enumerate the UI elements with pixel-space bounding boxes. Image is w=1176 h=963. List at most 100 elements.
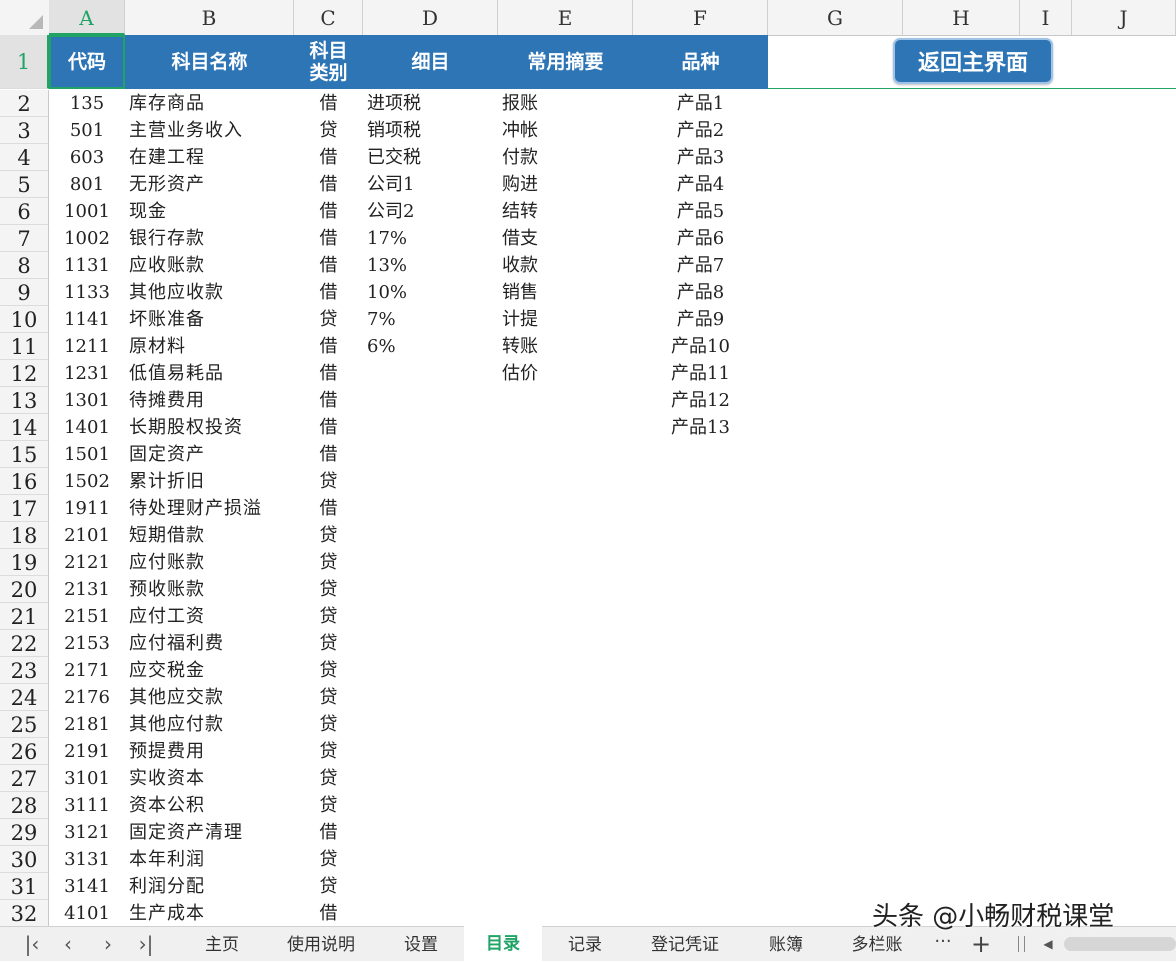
code-cell[interactable]: 1501 <box>49 441 125 468</box>
column-header-g[interactable]: G <box>768 0 903 35</box>
subject-type-cell[interactable]: 借 <box>294 225 363 252</box>
tab-splitter-handle[interactable] <box>1018 936 1025 952</box>
subject-type-cell[interactable]: 贷 <box>294 765 363 792</box>
subject-name-cell[interactable]: 其他应交款 <box>129 684 294 711</box>
product-cell[interactable]: 产品11 <box>633 360 768 387</box>
product-cell[interactable]: 产品2 <box>633 117 768 144</box>
code-cell[interactable]: 2171 <box>49 657 125 684</box>
code-cell[interactable]: 801 <box>49 171 125 198</box>
row-header-25[interactable]: 25 <box>0 711 49 738</box>
row-header-30[interactable]: 30 <box>0 846 49 873</box>
code-cell[interactable]: 1001 <box>49 198 125 225</box>
sheet-tab-3[interactable]: 目录 <box>464 926 542 961</box>
subject-name-cell[interactable]: 现金 <box>129 198 294 225</box>
code-cell[interactable]: 1502 <box>49 468 125 495</box>
subject-type-cell[interactable]: 贷 <box>294 846 363 873</box>
header-cell-subject-type[interactable]: 科目 类别 <box>294 35 363 89</box>
row-header-32[interactable]: 32 <box>0 900 49 926</box>
subject-name-cell[interactable]: 累计折旧 <box>129 468 294 495</box>
code-cell[interactable]: 1133 <box>49 279 125 306</box>
detail-cell[interactable]: 17% <box>367 225 497 252</box>
subject-name-cell[interactable]: 实收资本 <box>129 765 294 792</box>
subject-name-cell[interactable]: 应付账款 <box>129 549 294 576</box>
row-header-31[interactable]: 31 <box>0 873 49 900</box>
header-cell-summary[interactable]: 常用摘要 <box>498 35 633 89</box>
product-cell[interactable]: 产品1 <box>633 90 768 117</box>
code-cell[interactable]: 1401 <box>49 414 125 441</box>
subject-name-cell[interactable]: 固定资产清理 <box>129 819 294 846</box>
subject-type-cell[interactable]: 贷 <box>294 306 363 333</box>
subject-type-cell[interactable]: 借 <box>294 441 363 468</box>
detail-cell[interactable]: 已交税 <box>367 144 497 171</box>
row-header-13[interactable]: 13 <box>0 387 49 414</box>
summary-cell[interactable]: 结转 <box>502 198 632 225</box>
sheet-tab-1[interactable]: 使用说明 <box>266 927 376 961</box>
code-cell[interactable]: 2191 <box>49 738 125 765</box>
subject-name-cell[interactable]: 无形资产 <box>129 171 294 198</box>
code-cell[interactable]: 3131 <box>49 846 125 873</box>
subject-type-cell[interactable]: 借 <box>294 360 363 387</box>
horizontal-scrollbar[interactable]: ◀ <box>1032 933 1176 955</box>
subject-name-cell[interactable]: 其他应付款 <box>129 711 294 738</box>
subject-name-cell[interactable]: 长期股权投资 <box>129 414 294 441</box>
row-header-11[interactable]: 11 <box>0 333 49 360</box>
subject-name-cell[interactable]: 坏账准备 <box>129 306 294 333</box>
subject-name-cell[interactable]: 待摊费用 <box>129 387 294 414</box>
first-sheet-icon[interactable]: |‹ <box>14 927 50 961</box>
header-cell-detail[interactable]: 细目 <box>363 35 498 89</box>
summary-cell[interactable]: 销售 <box>502 279 632 306</box>
header-cell-product[interactable]: 品种 <box>633 35 768 89</box>
product-cell[interactable]: 产品3 <box>633 144 768 171</box>
summary-cell[interactable]: 计提 <box>502 306 632 333</box>
subject-type-cell[interactable]: 贷 <box>294 792 363 819</box>
code-cell[interactable]: 4101 <box>49 900 125 926</box>
product-cell[interactable]: 产品10 <box>633 333 768 360</box>
code-cell[interactable]: 501 <box>49 117 125 144</box>
code-cell[interactable]: 3141 <box>49 873 125 900</box>
subject-name-cell[interactable]: 库存商品 <box>129 90 294 117</box>
column-header-e[interactable]: E <box>498 0 633 35</box>
subject-name-cell[interactable]: 预提费用 <box>129 738 294 765</box>
sheet-tab-4[interactable]: 记录 <box>544 927 626 961</box>
row-header-9[interactable]: 9 <box>0 279 49 306</box>
sheet-tab-2[interactable]: 设置 <box>378 927 464 961</box>
code-cell[interactable]: 3111 <box>49 792 125 819</box>
column-header-c[interactable]: C <box>294 0 363 35</box>
row-header-16[interactable]: 16 <box>0 468 49 495</box>
subject-type-cell[interactable]: 借 <box>294 414 363 441</box>
detail-cell[interactable]: 公司2 <box>367 198 497 225</box>
code-cell[interactable]: 1141 <box>49 306 125 333</box>
row-header-5[interactable]: 5 <box>0 171 49 198</box>
row-header-28[interactable]: 28 <box>0 792 49 819</box>
row-header-3[interactable]: 3 <box>0 117 49 144</box>
summary-cell[interactable]: 估价 <box>502 360 632 387</box>
row-header-21[interactable]: 21 <box>0 603 49 630</box>
subject-type-cell[interactable]: 借 <box>294 198 363 225</box>
scrollbar-thumb[interactable] <box>1064 937 1176 951</box>
spreadsheet-grid[interactable]: ABCDEFGHIJ 1 2 3 4 5 6 7 8 9 10 11 12 13 14 15 16 17 18 19… <box>0 0 1176 926</box>
product-cell[interactable]: 产品5 <box>633 198 768 225</box>
product-cell[interactable]: 产品7 <box>633 252 768 279</box>
subject-type-cell[interactable]: 借 <box>294 144 363 171</box>
code-cell[interactable]: 2176 <box>49 684 125 711</box>
row-header-23[interactable]: 23 <box>0 657 49 684</box>
subject-type-cell[interactable]: 贷 <box>294 711 363 738</box>
product-cell[interactable]: 产品8 <box>633 279 768 306</box>
prev-sheet-icon[interactable]: ‹ <box>50 927 86 961</box>
column-header-h[interactable]: H <box>903 0 1020 35</box>
code-cell[interactable]: 2101 <box>49 522 125 549</box>
code-cell[interactable]: 1911 <box>49 495 125 522</box>
summary-cell[interactable]: 转账 <box>502 333 632 360</box>
code-cell[interactable]: 603 <box>49 144 125 171</box>
row-header-1[interactable]: 1 <box>0 35 49 89</box>
subject-name-cell[interactable]: 生产成本 <box>129 900 294 926</box>
row-header-22[interactable]: 22 <box>0 630 49 657</box>
row-header-8[interactable]: 8 <box>0 252 49 279</box>
subject-name-cell[interactable]: 预收账款 <box>129 576 294 603</box>
scroll-left-icon[interactable]: ◀ <box>1040 933 1056 955</box>
subject-type-cell[interactable]: 贷 <box>294 468 363 495</box>
row-header-24[interactable]: 24 <box>0 684 49 711</box>
column-header-j[interactable]: J <box>1072 0 1176 35</box>
subject-name-cell[interactable]: 银行存款 <box>129 225 294 252</box>
column-header-f[interactable]: F <box>633 0 768 35</box>
